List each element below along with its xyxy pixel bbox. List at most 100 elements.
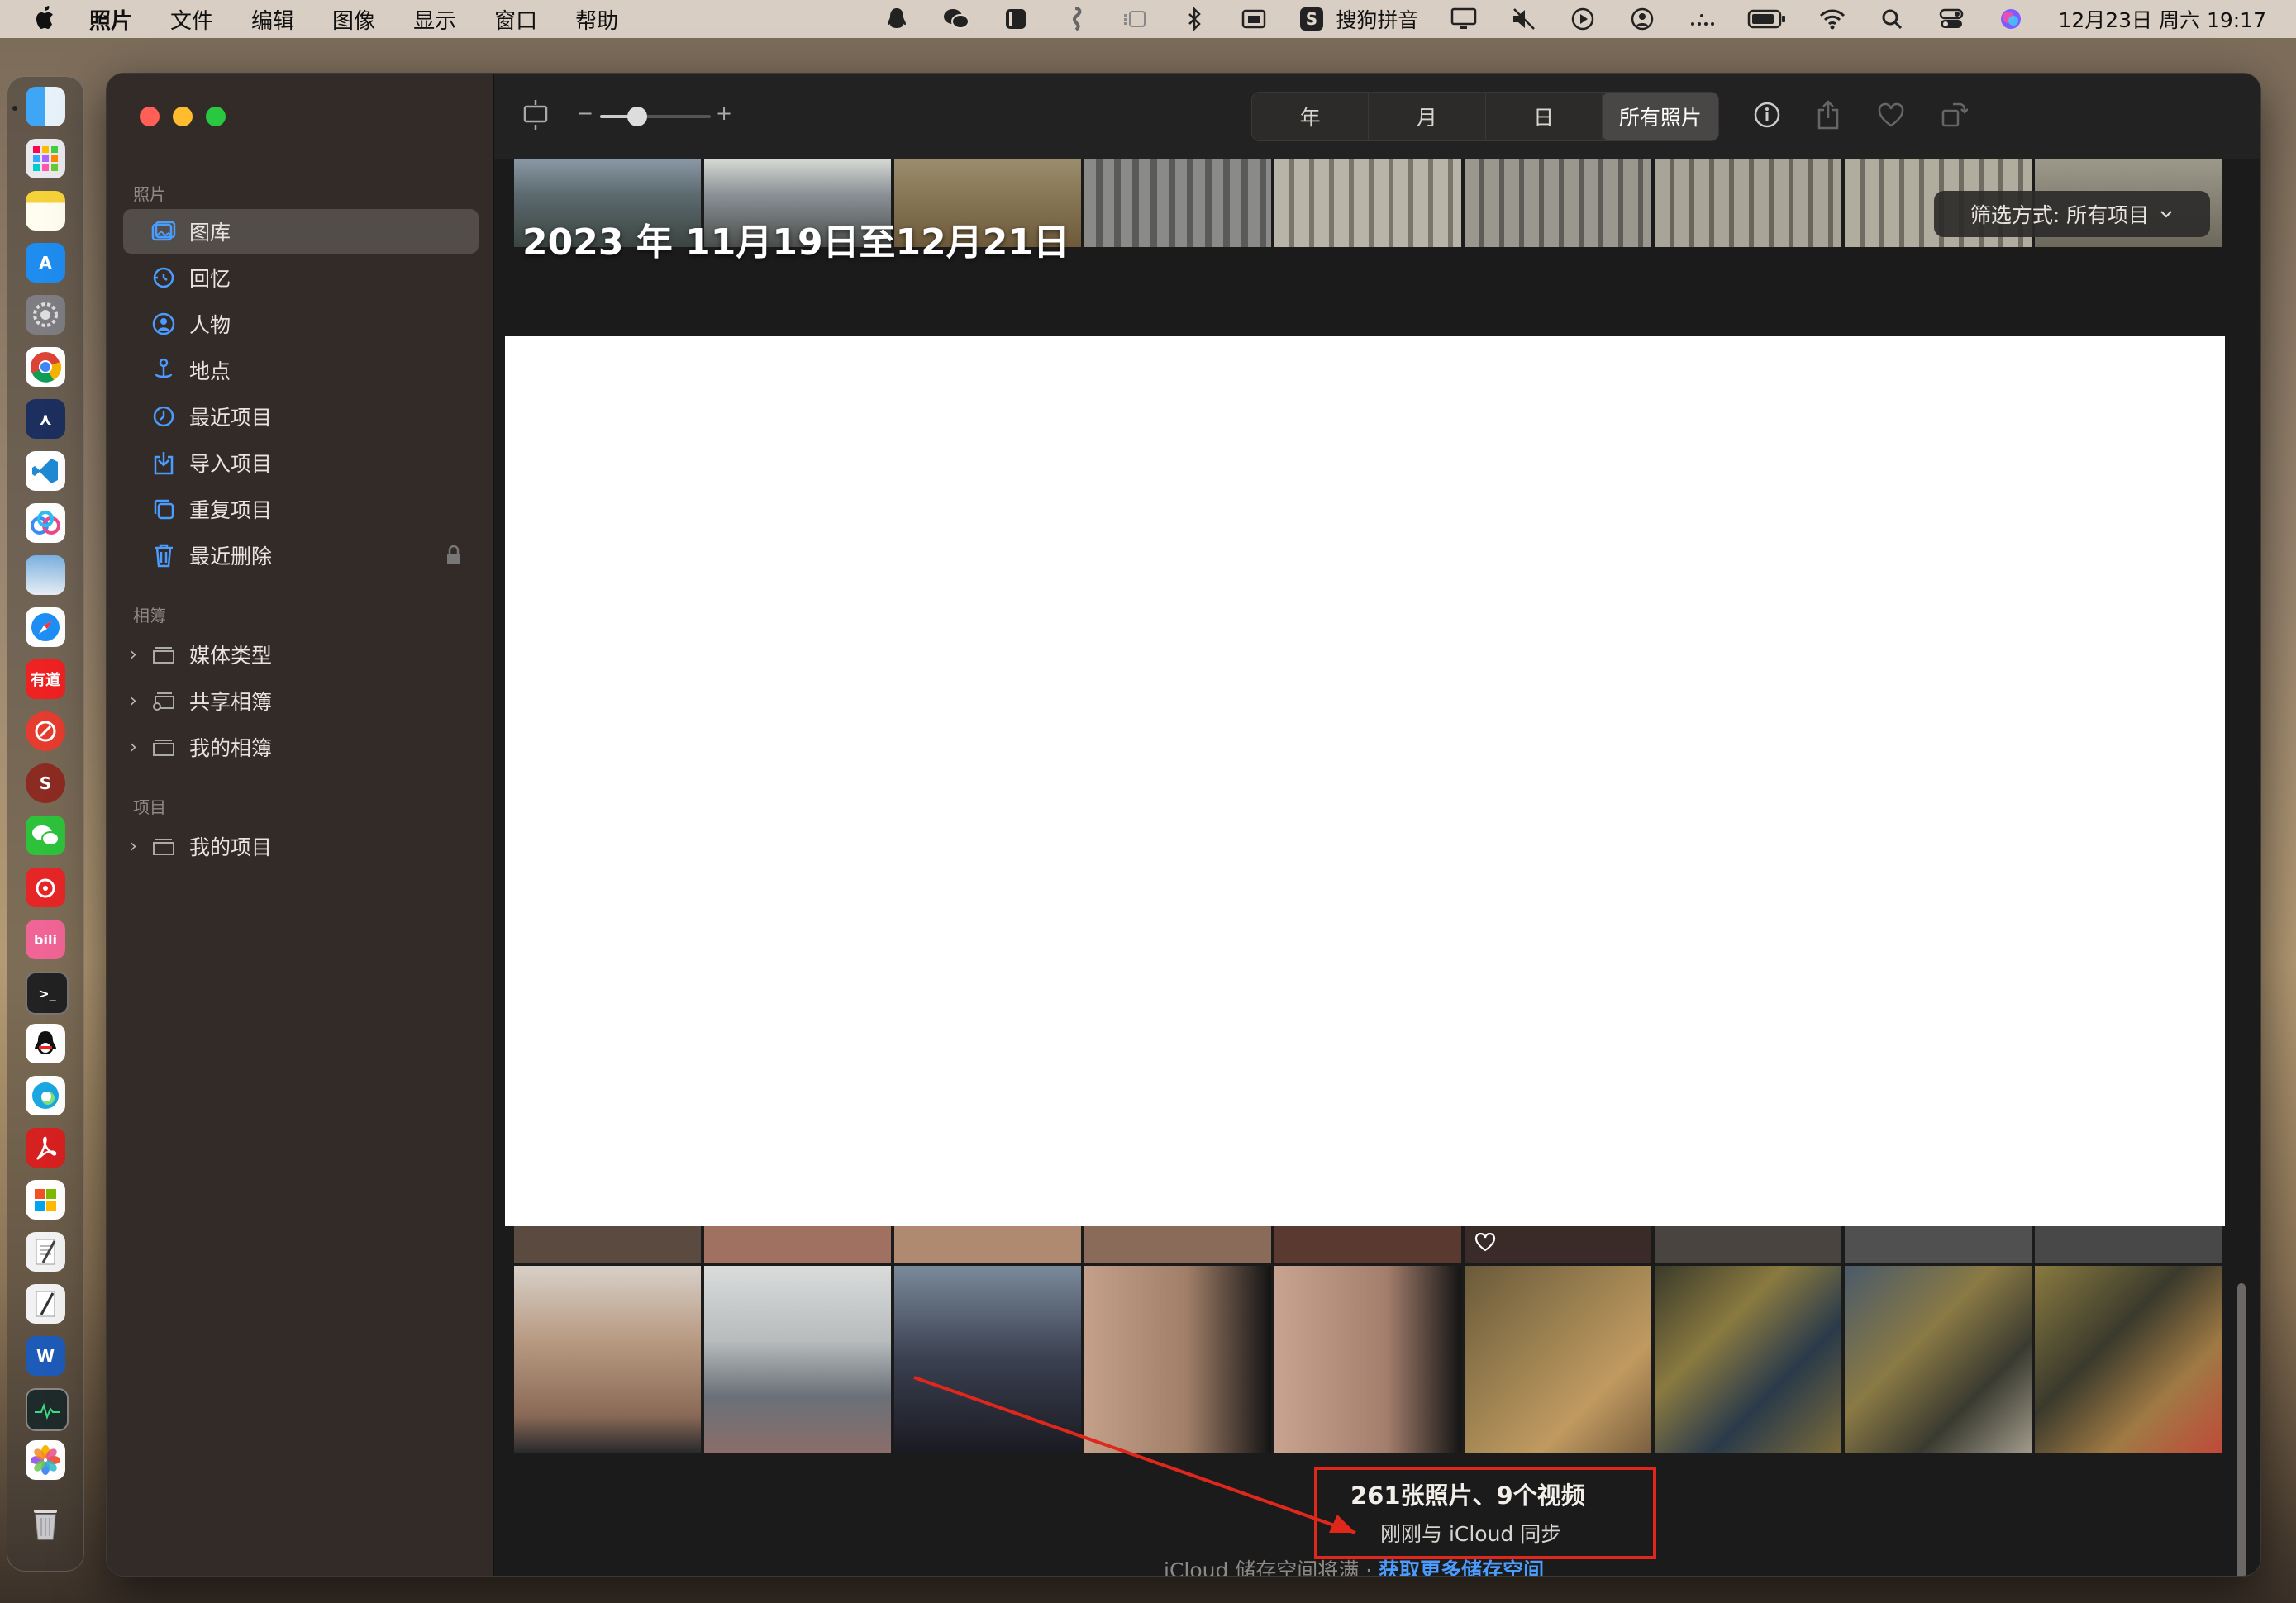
menu-file[interactable]: 文件 bbox=[170, 4, 213, 35]
rotate-icon[interactable] bbox=[1937, 98, 1970, 131]
dock-chrome-icon[interactable] bbox=[26, 347, 65, 387]
photo-thumbnail[interactable] bbox=[1274, 1266, 1461, 1453]
qq-status-icon[interactable] bbox=[883, 7, 911, 31]
dock-preview-icon[interactable] bbox=[26, 555, 65, 595]
dock-finder-icon[interactable] bbox=[26, 87, 65, 126]
sidebar-item-places[interactable]: 地点 bbox=[123, 348, 479, 392]
photo-thumbnail[interactable] bbox=[2035, 1226, 2222, 1263]
dock-qq-icon[interactable] bbox=[26, 1024, 65, 1063]
photo-thumbnail[interactable] bbox=[1845, 1226, 2032, 1263]
dock-terminal-icon[interactable]: >_ bbox=[26, 972, 69, 1015]
share-icon[interactable] bbox=[1812, 98, 1845, 131]
filter-dropdown[interactable]: 筛选方式: 所有项目 bbox=[1934, 191, 2210, 237]
sidebar-item-recents[interactable]: 最近项目 bbox=[123, 394, 479, 439]
dock-acrobat-icon[interactable] bbox=[26, 1128, 65, 1168]
menu-app-name[interactable]: 照片 bbox=[89, 4, 132, 35]
favorite-heart-icon[interactable] bbox=[1474, 1233, 1496, 1253]
tab-all-photos[interactable]: 所有照片 bbox=[1602, 93, 1718, 140]
dock-word-icon[interactable]: W bbox=[26, 1336, 65, 1376]
menu-window[interactable]: 窗口 bbox=[494, 4, 537, 35]
photo-thumbnail[interactable] bbox=[1084, 1266, 1271, 1453]
photo-thumbnail[interactable] bbox=[1655, 1266, 1841, 1453]
menu-edit[interactable]: 编辑 bbox=[251, 4, 294, 35]
photo-thumbnail[interactable] bbox=[514, 1266, 701, 1453]
scrivener-status-icon[interactable] bbox=[1061, 7, 1089, 31]
chevron-right-icon[interactable]: › bbox=[130, 691, 146, 711]
zoom-slider-knob[interactable] bbox=[627, 107, 647, 126]
menu-help[interactable]: 帮助 bbox=[575, 4, 618, 35]
photo-thumbnail[interactable] bbox=[704, 1226, 891, 1263]
dock-activity-monitor-icon[interactable] bbox=[26, 1388, 69, 1431]
photo-thumbnail[interactable] bbox=[1274, 1226, 1461, 1263]
photo-thumbnail[interactable] bbox=[1655, 1226, 1841, 1263]
sidebar-item-my-projects[interactable]: › 我的项目 bbox=[123, 824, 479, 868]
battery-icon[interactable] bbox=[1747, 7, 1787, 31]
dock-safari-icon[interactable] bbox=[26, 607, 65, 647]
close-button[interactable] bbox=[140, 107, 160, 126]
menu-clock[interactable]: 12月23日 周六 19:17 bbox=[2058, 4, 2266, 34]
chevron-right-icon[interactable]: › bbox=[130, 836, 146, 857]
input-method-menu[interactable]: S 搜狗拼音 bbox=[1299, 7, 1418, 32]
photo-thumbnail[interactable] bbox=[2035, 1266, 2222, 1453]
vertical-scrollbar[interactable] bbox=[2237, 1283, 2246, 1576]
photo-thumbnail[interactable] bbox=[1465, 1266, 1651, 1453]
get-more-storage-link[interactable]: 获取更多储存空间 bbox=[1379, 1558, 1544, 1576]
sidebar-item-duplicates[interactable]: 重复项目 bbox=[123, 487, 479, 531]
sidebar-app-status-icon[interactable] bbox=[1002, 7, 1030, 31]
display-icon[interactable] bbox=[1450, 7, 1478, 31]
bluetooth-icon[interactable] bbox=[1180, 7, 1208, 31]
siri-icon[interactable] bbox=[1997, 7, 2025, 31]
sidebar-item-recently-deleted[interactable]: 最近删除 bbox=[123, 533, 479, 578]
dock-wechat-icon[interactable] bbox=[26, 816, 65, 855]
photo-thumbnail[interactable] bbox=[1084, 1226, 1271, 1263]
photo-thumbnail[interactable] bbox=[1845, 1266, 2032, 1453]
sidebar-item-memories[interactable]: 回忆 bbox=[123, 255, 479, 300]
dock-textedit-icon[interactable] bbox=[26, 1232, 65, 1272]
chevron-right-icon[interactable]: › bbox=[130, 645, 146, 665]
dock-trash-icon[interactable] bbox=[26, 1503, 65, 1543]
photo-thumbnail[interactable] bbox=[1084, 159, 1271, 247]
dock-baidu-netdisk-icon[interactable] bbox=[26, 503, 65, 543]
chevron-right-icon[interactable]: › bbox=[130, 737, 146, 758]
photo-thumbnail[interactable] bbox=[704, 1266, 891, 1453]
control-center-icon[interactable] bbox=[1937, 7, 1965, 31]
zoom-slider[interactable]: − + bbox=[577, 102, 734, 128]
stage-manager-icon[interactable] bbox=[1121, 7, 1149, 31]
menu-image[interactable]: 图像 bbox=[332, 4, 375, 35]
tab-days[interactable]: 日 bbox=[1486, 93, 1603, 140]
dock-cursor-icon[interactable]: ⋏ bbox=[26, 399, 65, 439]
photo-thumbnail[interactable] bbox=[1465, 159, 1651, 247]
dock-app-store-icon[interactable]: A bbox=[26, 243, 65, 283]
dock-netease-music-icon[interactable] bbox=[26, 868, 65, 907]
dock-mirror-icon[interactable] bbox=[26, 711, 65, 751]
volume-muted-icon[interactable] bbox=[1509, 7, 1537, 31]
menu-view[interactable]: 显示 bbox=[413, 4, 456, 35]
dock-notes-icon[interactable] bbox=[26, 191, 65, 231]
photo-thumbnail[interactable] bbox=[514, 1226, 701, 1263]
apple-menu-icon[interactable] bbox=[33, 3, 58, 33]
dock-launchpad-icon[interactable] bbox=[26, 139, 65, 178]
sidebar-item-imports[interactable]: 导入项目 bbox=[123, 440, 479, 485]
spotlight-search-icon[interactable] bbox=[1878, 7, 1906, 31]
dock-bilibili-icon[interactable]: bili bbox=[26, 920, 65, 959]
screen-mirroring-icon[interactable] bbox=[1240, 7, 1268, 31]
wifi-icon[interactable] bbox=[1818, 7, 1846, 31]
photo-thumbnail[interactable] bbox=[1274, 159, 1461, 247]
photo-thumbnail[interactable] bbox=[894, 1226, 1081, 1263]
dots-status-icon[interactable] bbox=[1688, 7, 1716, 31]
wechat-status-icon[interactable] bbox=[942, 7, 970, 31]
dock-microsoft-icon[interactable] bbox=[26, 1180, 65, 1220]
dock-photos-icon[interactable] bbox=[26, 1440, 65, 1480]
dock-youdao-icon[interactable]: 有道 bbox=[26, 659, 65, 699]
sidebar-item-people[interactable]: 人物 bbox=[123, 302, 479, 346]
sidebar-item-shared-albums[interactable]: › 共享相簿 bbox=[123, 678, 479, 723]
sidebar-item-media-types[interactable]: › 媒体类型 bbox=[123, 632, 479, 677]
favorite-heart-icon[interactable] bbox=[1874, 98, 1908, 131]
tab-months[interactable]: 月 bbox=[1369, 93, 1486, 140]
zoom-in-icon[interactable]: + bbox=[716, 102, 732, 125]
dock-script-editor-icon[interactable] bbox=[26, 1284, 65, 1324]
dock-scrivener-icon[interactable]: S bbox=[26, 763, 65, 803]
user-account-icon[interactable] bbox=[1628, 7, 1656, 31]
slideshow-icon[interactable] bbox=[519, 98, 552, 131]
now-playing-icon[interactable] bbox=[1569, 7, 1597, 31]
